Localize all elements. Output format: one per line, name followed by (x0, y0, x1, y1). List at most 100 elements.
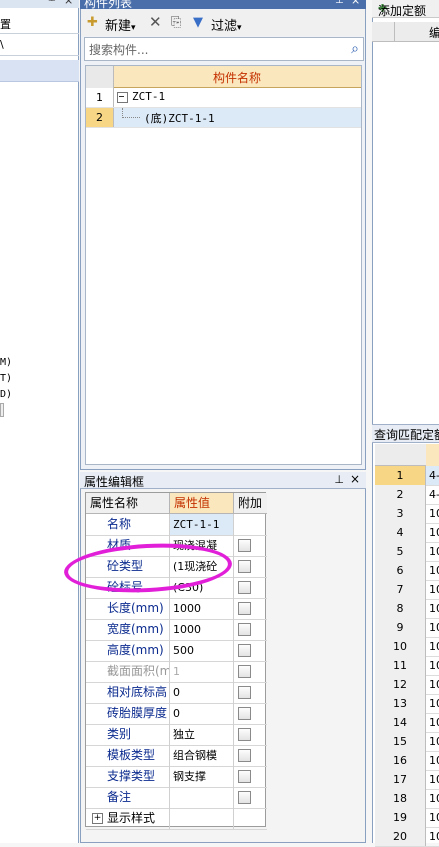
extra-checkbox[interactable] (238, 644, 251, 657)
component-toolbar: ✚ 新建▾ ✕ ⎘ ▼ 过滤▾ (81, 10, 365, 36)
tree-header-label: 构件名称 (212, 71, 261, 85)
property-row-expand[interactable]: + 显示样式 (86, 808, 267, 830)
property-row[interactable]: 砼类型 (1现浇砼 (86, 556, 267, 578)
property-row[interactable]: 相对底标高 0 (86, 682, 267, 704)
query-row[interactable]: 1910 (375, 808, 439, 828)
query-panel-title: 查询匹配定额 (374, 428, 439, 442)
property-value[interactable]: 现浇混凝 (170, 535, 234, 556)
property-value[interactable]: 1000 (170, 619, 234, 640)
row-number: 2 (86, 108, 114, 127)
new-button[interactable]: 新建▾ (105, 15, 136, 34)
extra-checkbox[interactable] (238, 686, 251, 699)
left-item-1[interactable]: 置 (0, 12, 79, 34)
query-row[interactable]: 510 (375, 542, 439, 562)
copy-icon[interactable]: ⎘ (171, 15, 181, 30)
query-row[interactable]: 1 4- (375, 466, 439, 486)
query-row[interactable]: 2 4- (375, 485, 439, 505)
collapse-icon[interactable] (117, 92, 128, 103)
property-value[interactable]: 500 (170, 640, 234, 661)
pin-icon[interactable]: ⊥ (335, 0, 344, 6)
quota-code: 4- (426, 466, 439, 485)
query-row[interactable]: 1210 (375, 675, 439, 695)
property-row[interactable]: 备注 (86, 787, 267, 809)
property-row[interactable]: 宽度(mm) 1000 (86, 619, 267, 641)
pin-icon[interactable]: ⊥ (48, 0, 56, 4)
property-row[interactable]: 支撑类型 钢支撑 (86, 766, 267, 788)
delete-icon[interactable]: ✕ (149, 13, 162, 31)
property-name: 截面面积(m (86, 661, 170, 682)
property-value[interactable]: (C30) (170, 577, 234, 598)
query-row[interactable]: 1310 (375, 694, 439, 714)
search-input[interactable]: 搜索构件... ⌕ (84, 37, 364, 61)
row-number: 6 (375, 561, 426, 580)
query-row[interactable]: 2010 (375, 827, 439, 847)
filter-button[interactable]: 过滤▾ (211, 15, 242, 34)
extra-checkbox[interactable] (238, 728, 251, 741)
property-value[interactable]: 0 (170, 703, 234, 724)
tree-row[interactable]: 1 ZCT-1 (86, 88, 361, 108)
close-icon[interactable]: × (64, 0, 73, 7)
quota-code: 10 (429, 602, 439, 615)
left-label: M) (0, 357, 13, 368)
header-separator (394, 22, 395, 42)
query-row[interactable]: 810 (375, 599, 439, 619)
query-row[interactable]: 310 (375, 504, 439, 524)
row-number: 17 (375, 770, 426, 789)
query-row[interactable]: 1010 (375, 637, 439, 657)
query-table-header (375, 444, 439, 466)
left-scroll-stub[interactable] (0, 403, 4, 417)
property-value[interactable]: 1000 (170, 598, 234, 619)
property-value[interactable]: ZCT-1-1 (170, 514, 234, 535)
extra-checkbox[interactable] (238, 539, 251, 552)
extra-checkbox[interactable] (238, 602, 251, 615)
property-name: 支撑类型 (86, 766, 170, 787)
left-item-selected[interactable] (0, 60, 79, 82)
tree-row-selected[interactable]: 2 (底)ZCT-1-1 (86, 108, 361, 128)
property-row[interactable]: 名称 ZCT-1-1 (86, 514, 267, 536)
extra-checkbox[interactable] (238, 665, 251, 678)
property-row[interactable]: 砖胎膜厚度 0 (86, 703, 267, 725)
query-row[interactable]: 1710 (375, 770, 439, 790)
property-value[interactable]: 钢支撑 (170, 766, 234, 787)
property-value[interactable]: (1现浇砼 (170, 556, 234, 577)
query-row[interactable]: 910 (375, 618, 439, 638)
row-number: 16 (375, 751, 426, 770)
left-item-2[interactable]: \ (0, 34, 79, 56)
extra-checkbox[interactable] (238, 770, 251, 783)
property-row[interactable]: 类别 独立 (86, 724, 267, 746)
row-number: 15 (375, 732, 426, 751)
extra-checkbox[interactable] (238, 707, 251, 720)
header-code: 编 (429, 26, 439, 40)
property-row[interactable]: 模板类型 组合钢模 (86, 745, 267, 767)
property-value[interactable]: 0 (170, 682, 234, 703)
row-number: 8 (375, 599, 426, 618)
query-row[interactable]: 1810 (375, 789, 439, 809)
extra-checkbox[interactable] (238, 560, 251, 573)
query-row[interactable]: 1110 (375, 656, 439, 676)
query-row[interactable]: 1610 (375, 751, 439, 771)
property-value[interactable] (170, 787, 234, 808)
close-icon[interactable]: × (351, 0, 360, 7)
property-row[interactable]: 材质 现浇混凝 (86, 535, 267, 557)
extra-checkbox[interactable] (238, 623, 251, 636)
close-icon[interactable]: × (350, 472, 360, 486)
property-row[interactable]: 砼标号 (C30) (86, 577, 267, 599)
query-row[interactable]: 1410 (375, 713, 439, 733)
property-value: 1 (170, 661, 234, 682)
property-value[interactable]: 组合钢模 (170, 745, 234, 766)
quota-code: 10 (429, 735, 439, 748)
query-row[interactable]: 610 (375, 561, 439, 581)
property-row[interactable]: 截面面积(m 1 (86, 661, 267, 683)
left-panel: ⊥ × 置 \ M) T) D) (0, 0, 79, 843)
pin-icon[interactable]: ⊥ (334, 473, 344, 486)
query-row[interactable]: 410 (375, 523, 439, 543)
query-row[interactable]: 1510 (375, 732, 439, 752)
property-row[interactable]: 高度(mm) 500 (86, 640, 267, 662)
extra-checkbox[interactable] (238, 581, 251, 594)
search-icon[interactable]: ⌕ (351, 41, 359, 57)
property-row[interactable]: 长度(mm) 1000 (86, 598, 267, 620)
query-row[interactable]: 710 (375, 580, 439, 600)
extra-checkbox[interactable] (238, 749, 251, 762)
property-value[interactable]: 独立 (170, 724, 234, 745)
extra-checkbox[interactable] (238, 791, 251, 804)
